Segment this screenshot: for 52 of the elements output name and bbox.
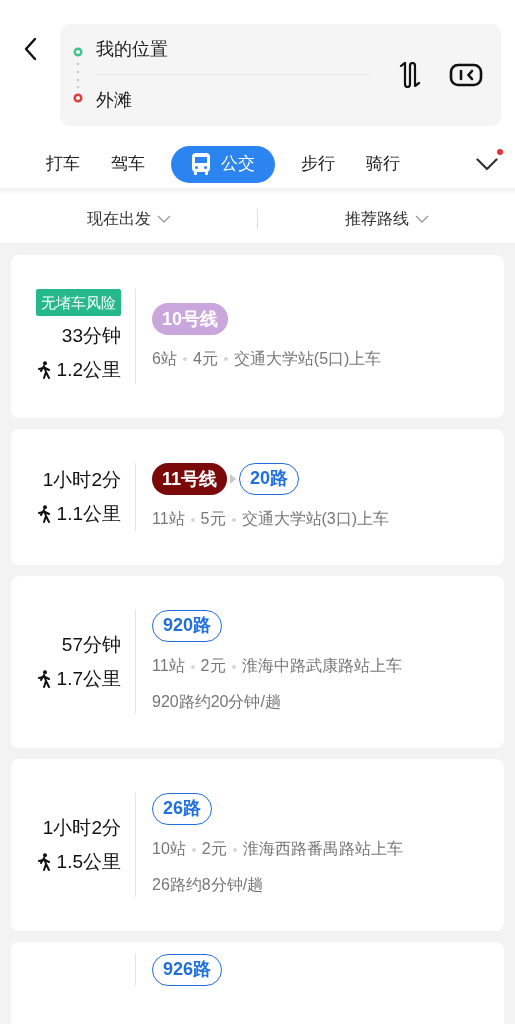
bus-icon: [191, 152, 211, 176]
line-badge: 11号线: [152, 463, 228, 495]
swap-button[interactable]: [399, 62, 423, 88]
travel-mode-tab[interactable]: 骑行: [353, 145, 413, 183]
walk-distance: 1.7公里: [56, 667, 121, 691]
duration-text: 1小时2分: [42, 816, 121, 840]
chevron-down-icon: [156, 215, 171, 223]
destination-dot-icon: [73, 93, 83, 103]
route-card[interactable]: 926路: [11, 942, 504, 1024]
route-card[interactable]: 无堵车风险 33分钟 1.2公里 10号线 6站 4元 交通大学站(5口)上车: [11, 255, 504, 418]
traffic-tag: 无堵车风险: [36, 289, 121, 316]
route-card[interactable]: 57分钟 1.7公里 920路 11站 2元 淮海中路武康路站上车 920路约20分钟/趟: [11, 576, 504, 748]
dotted-path-icon: [76, 61, 80, 89]
route-card[interactable]: 1小时2分 1.1公里 11号线 20路 11站 5元 交通大学站(3口)上车: [11, 429, 504, 565]
transfer-arrow-icon: [229, 473, 238, 485]
walking-person-icon: [36, 853, 51, 871]
line-badge: 10号线: [152, 302, 229, 335]
car-mode-button[interactable]: [449, 63, 483, 87]
walk-distance: 1.5公里: [56, 850, 121, 874]
line-badge: 926路: [152, 954, 223, 986]
travel-mode-tab[interactable]: 步行: [288, 145, 348, 183]
route-details: 11站 5元 交通大学站(3口)上车: [152, 509, 391, 529]
origin-dot-icon: [73, 47, 83, 57]
duration-text: 57分钟: [61, 633, 121, 657]
walking-person-icon: [36, 505, 51, 523]
line-badge: 920路: [152, 610, 223, 642]
filter-dropdown[interactable]: 现在出发: [0, 207, 257, 231]
frequency-text: 26路约8分钟/趟: [152, 875, 265, 895]
swap-icon: [399, 62, 423, 88]
route-details: 6站 4元 交通大学站(5口)上车: [152, 348, 383, 369]
travel-mode-tab[interactable]: 打车: [33, 145, 93, 183]
route-details: 11站 2元 淮海中路武康路站上车: [152, 656, 403, 676]
device-icon: [449, 63, 483, 87]
line-badge: 20路: [239, 463, 300, 495]
walking-person-icon: [36, 670, 51, 688]
chevron-down-icon: [414, 215, 429, 223]
chevron-down-icon: [476, 157, 498, 171]
travel-mode-tab[interactable]: 公交: [171, 145, 275, 183]
line-badge: 26路: [152, 793, 213, 825]
walk-distance: 1.2公里: [56, 358, 121, 382]
walk-distance: 1.1公里: [56, 502, 121, 526]
back-icon: [23, 37, 37, 61]
travel-mode-tab[interactable]: 驾车: [98, 145, 158, 183]
duration-text: 33分钟: [61, 324, 121, 348]
filter-dropdown[interactable]: 推荐路线: [258, 207, 515, 231]
frequency-text: 920路约20分钟/趟: [152, 692, 282, 712]
duration-text: 1小时2分: [42, 468, 121, 492]
route-details: 10站 2元 淮海西路番禺路站上车: [152, 839, 404, 859]
route-card[interactable]: 1小时2分 1.5公里 26路 10站 2元 淮海西路番禺路站上车 26路约8分钟/趟: [11, 759, 504, 931]
walking-person-icon: [36, 361, 51, 379]
destination-field[interactable]: 外滩: [96, 75, 369, 125]
origin-field[interactable]: 我的位置: [96, 25, 369, 75]
